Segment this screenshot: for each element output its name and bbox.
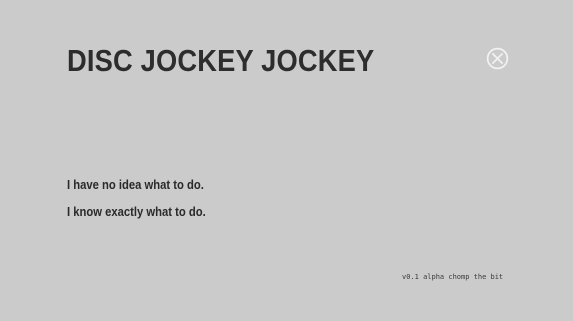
close-circle-icon bbox=[486, 47, 509, 70]
game-title: DISC JOCKEY JOCKEY bbox=[67, 43, 375, 78]
close-button[interactable] bbox=[486, 47, 509, 70]
version-label: v0.1 alpha chomp the bit bbox=[402, 273, 504, 281]
menu-item-tutorial[interactable]: I have no idea what to do. bbox=[67, 176, 206, 194]
main-menu: I have no idea what to do. I know exactl… bbox=[67, 176, 221, 221]
menu-item-play[interactable]: I know exactly what to do. bbox=[67, 203, 206, 221]
